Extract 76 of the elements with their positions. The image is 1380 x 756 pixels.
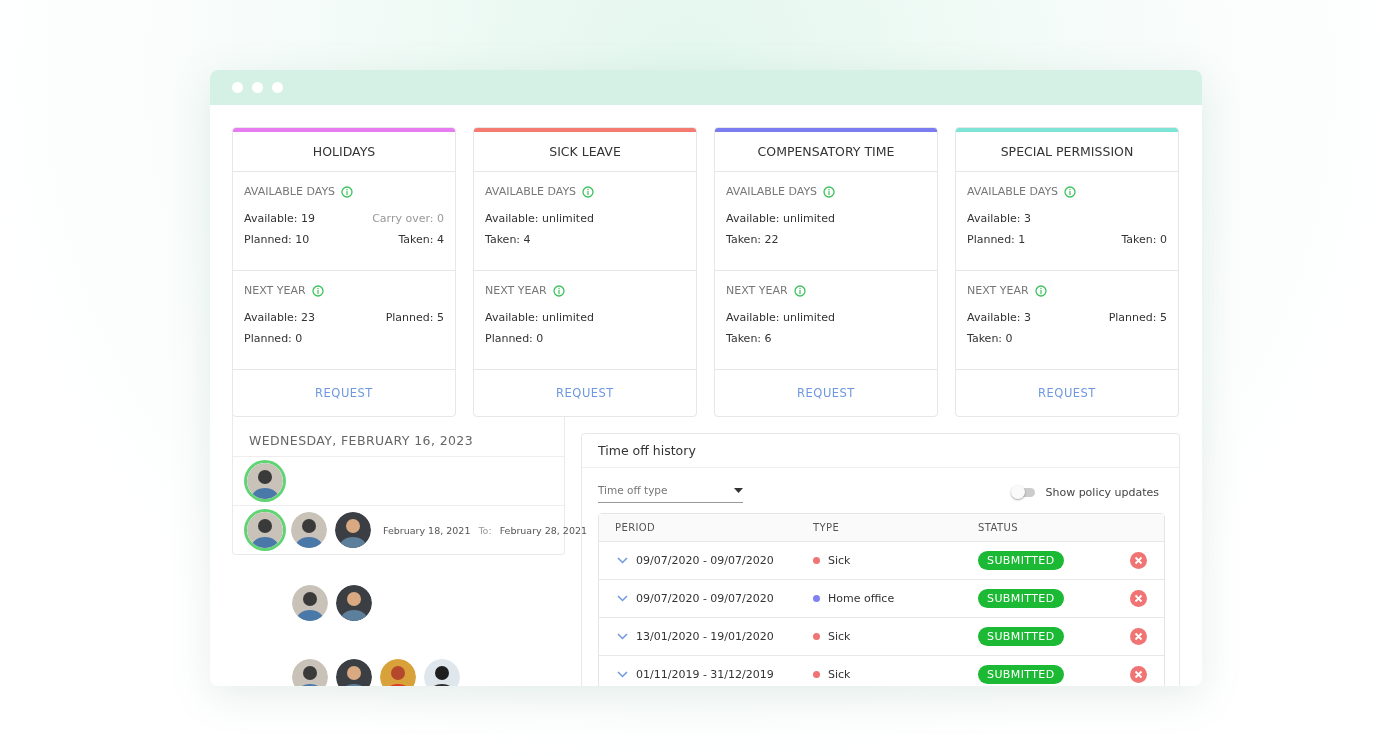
type-dropdown[interactable]: Time off type bbox=[598, 482, 743, 503]
info-icon[interactable] bbox=[552, 284, 565, 297]
stat-text: Taken: 4 bbox=[485, 233, 531, 246]
section-label: AVAILABLE DAYS bbox=[967, 185, 1059, 198]
type-cell: Sick bbox=[828, 668, 851, 681]
card-title: SPECIAL PERMISSION bbox=[1000, 144, 1134, 159]
card-title: HOLIDAYS bbox=[312, 144, 376, 159]
delete-icon[interactable] bbox=[1130, 666, 1147, 683]
info-icon[interactable] bbox=[793, 284, 806, 297]
column-header: TYPE bbox=[813, 522, 841, 533]
type-cell: Sick bbox=[828, 554, 851, 567]
request-button[interactable]: REQUEST bbox=[789, 382, 863, 404]
chevron-down-icon[interactable] bbox=[617, 557, 628, 564]
date-label: To: bbox=[478, 524, 492, 536]
stat-text: Planned: 0 bbox=[244, 332, 303, 345]
period-cell: 09/07/2020 - 09/07/2020 bbox=[636, 554, 774, 567]
stat-text: Taken: 6 bbox=[726, 332, 772, 345]
stat-text: Planned: 0 bbox=[485, 332, 544, 345]
section-label: NEXT YEAR bbox=[244, 284, 306, 297]
stat-text: Available: unlimited bbox=[485, 311, 594, 324]
info-icon[interactable] bbox=[582, 185, 595, 198]
period-cell: 13/01/2020 - 19/01/2020 bbox=[636, 630, 774, 643]
date-text: February 18, 2021 bbox=[383, 524, 471, 536]
period-cell: 01/11/2019 - 31/12/2019 bbox=[636, 668, 774, 681]
stat-text: Available: 19 bbox=[244, 212, 315, 225]
delete-icon[interactable] bbox=[1130, 590, 1147, 607]
info-icon[interactable] bbox=[311, 284, 324, 297]
stat-text: Available: unlimited bbox=[485, 212, 594, 225]
chevron-down-icon[interactable] bbox=[617, 671, 628, 678]
stat-text: Available: unlimited bbox=[726, 212, 835, 225]
delete-icon[interactable] bbox=[1130, 628, 1147, 645]
status-badge: SUBMITTED bbox=[978, 627, 1064, 646]
request-button[interactable]: REQUEST bbox=[1030, 382, 1104, 404]
column-header: STATUS bbox=[978, 522, 1019, 533]
stat-text: Available: unlimited bbox=[726, 311, 835, 324]
date-text: February 28, 2021 bbox=[499, 524, 588, 536]
status-badge: SUBMITTED bbox=[978, 589, 1064, 608]
stat-text: Taken: 4 bbox=[398, 233, 444, 246]
stat-text: Available: 3 bbox=[967, 212, 1031, 225]
stat-text: Available: 3 bbox=[967, 311, 1031, 324]
stat-text: Available: 23 bbox=[244, 311, 315, 324]
card-title: COMPENSATORY TIME bbox=[757, 144, 895, 159]
type-cell: Home office bbox=[828, 592, 895, 605]
stat-text: Taken: 0 bbox=[1121, 233, 1167, 246]
section-label: AVAILABLE DAYS bbox=[485, 185, 577, 198]
section-label: NEXT YEAR bbox=[967, 284, 1029, 297]
column-header: PERIOD bbox=[614, 522, 657, 533]
status-badge: SUBMITTED bbox=[978, 665, 1064, 684]
stat-text: Planned: 5 bbox=[1108, 311, 1167, 324]
period-cell: 09/07/2020 - 09/07/2020 bbox=[636, 592, 774, 605]
request-button[interactable]: REQUEST bbox=[307, 382, 381, 404]
info-icon[interactable] bbox=[341, 185, 354, 198]
chevron-down-icon[interactable] bbox=[617, 595, 628, 602]
type-cell: Sick bbox=[828, 630, 851, 643]
stat-text: Carry over: 0 bbox=[372, 212, 444, 225]
policy-toggle[interactable]: Show policy updates bbox=[1007, 485, 1165, 500]
info-icon[interactable] bbox=[823, 185, 836, 198]
status-badge: SUBMITTED bbox=[978, 551, 1064, 570]
stat-text: Planned: 5 bbox=[385, 311, 444, 324]
stat-text: Taken: 22 bbox=[726, 233, 779, 246]
section-label: NEXT YEAR bbox=[726, 284, 788, 297]
date-heading: WEDNESDAY, FEBRUARY 16, 2023 bbox=[249, 433, 474, 448]
info-icon[interactable] bbox=[1034, 284, 1047, 297]
request-button[interactable]: REQUEST bbox=[548, 382, 622, 404]
section-label: AVAILABLE DAYS bbox=[726, 185, 818, 198]
stat-text: Planned: 10 bbox=[244, 233, 310, 246]
panel-title: Time off history bbox=[598, 443, 696, 458]
stat-text: Taken: 0 bbox=[967, 332, 1013, 345]
info-icon[interactable] bbox=[1064, 185, 1077, 198]
section-label: AVAILABLE DAYS bbox=[244, 185, 336, 198]
delete-icon[interactable] bbox=[1130, 552, 1147, 569]
caret-icon bbox=[734, 487, 743, 493]
section-label: NEXT YEAR bbox=[485, 284, 547, 297]
stat-text: Planned: 1 bbox=[967, 233, 1026, 246]
card-title: SICK LEAVE bbox=[549, 144, 621, 159]
chevron-down-icon[interactable] bbox=[617, 633, 628, 640]
